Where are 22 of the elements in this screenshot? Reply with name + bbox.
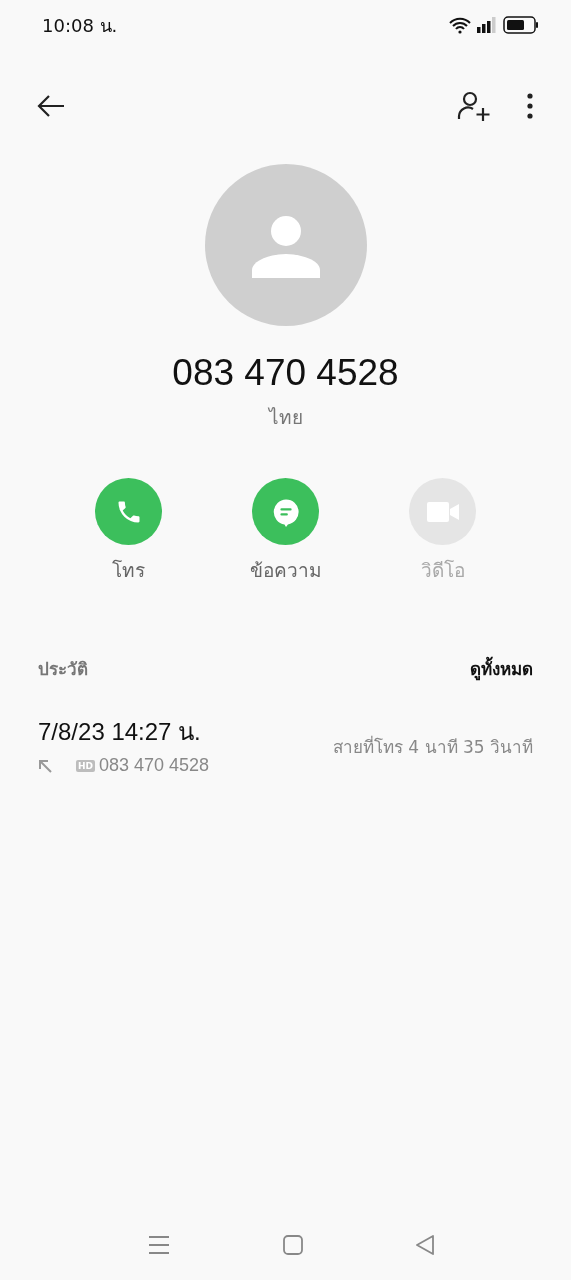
call-duration: สายที่โทร 4 นาที 35 วินาที [332, 734, 533, 759]
back-arrow-icon [36, 94, 66, 118]
status-time: 10:08 น. [42, 13, 118, 38]
signal-icon [477, 17, 497, 33]
message-action[interactable]: ข้อความ [234, 478, 337, 585]
see-all-link[interactable]: ดูทั้งหมด [470, 655, 533, 682]
location-label: ไทย [267, 405, 304, 430]
outgoing-arrow-icon [38, 758, 52, 773]
square-icon [282, 1235, 303, 1255]
triangle-icon [415, 1235, 435, 1255]
menu-icon [148, 1235, 170, 1255]
call-datetime: 7/8/23 14:27 น. [38, 717, 202, 747]
hd-badge: HD [76, 759, 95, 772]
phone-number: 083 470 4528 [171, 352, 400, 394]
add-person-icon [457, 90, 491, 122]
video-camera-icon [425, 499, 460, 524]
history-title: ประวัติ [38, 658, 88, 681]
call-action[interactable]: โทร [77, 478, 180, 585]
wifi-icon [449, 16, 471, 34]
battery-icon [503, 16, 539, 34]
more-icon [527, 93, 533, 119]
call-number: 083 470 4528 [99, 755, 210, 776]
